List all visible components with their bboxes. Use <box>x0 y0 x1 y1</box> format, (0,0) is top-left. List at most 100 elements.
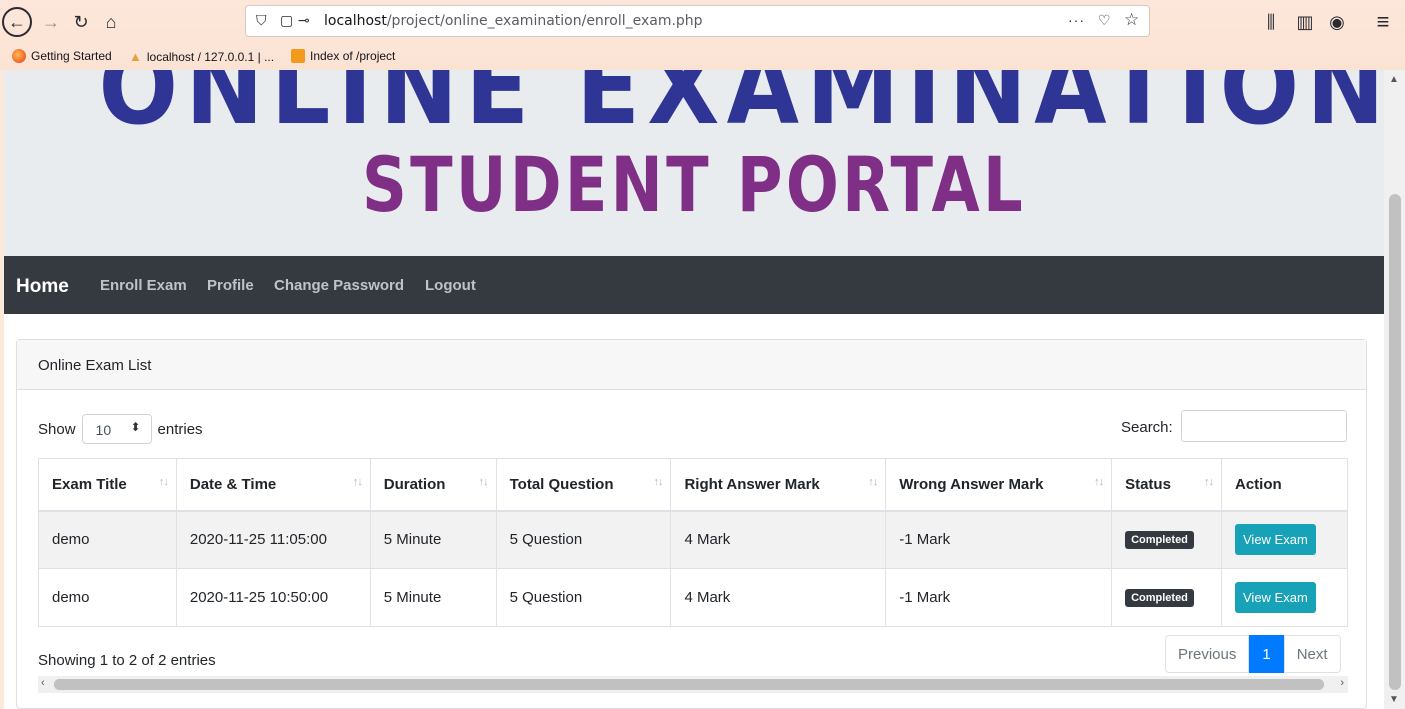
cell-status: Completed <box>1111 510 1222 569</box>
back-icon[interactable]: ← <box>2 7 32 37</box>
scroll-up-icon[interactable]: ▲ <box>1389 74 1399 85</box>
header-label: Status <box>1125 475 1171 493</box>
cell-exam-title: demo <box>38 568 177 627</box>
next-page-button[interactable]: Next <box>1283 635 1341 673</box>
table-header-row: Exam Title ↑↓ Date & Time ↑↓ Duration ↑↓ To… <box>38 458 1348 512</box>
cell-total-question: 5 Question <box>495 568 672 627</box>
search-input[interactable] <box>1181 410 1347 442</box>
browser-chrome: ← → ↻ ⌂ ⛉ ▢ ⊸ localhost/project/online_e… <box>0 0 1405 70</box>
bookmark-getting-started[interactable]: Getting Started <box>12 49 112 63</box>
banner-title: ONLINE EXAMINATION SYSTEM <box>98 70 1385 148</box>
status-badge: Completed <box>1125 531 1194 550</box>
navbar: Home Enroll Exam Profile Change Password… <box>4 256 1384 314</box>
header-label: Action <box>1235 475 1282 493</box>
nav-profile[interactable]: Profile <box>207 277 254 294</box>
header-label: Duration <box>383 475 446 493</box>
sort-icon: ↑↓ <box>653 476 663 488</box>
nav-home[interactable]: Home <box>16 276 69 298</box>
header-label: Right Answer Mark <box>684 475 820 493</box>
bookmark-localhost[interactable]: ▲ localhost / 127.0.0.1 | ... <box>129 49 274 64</box>
header-label: Date & Time <box>189 475 277 493</box>
cell-action: View Exam <box>1221 510 1348 569</box>
table-row: demo 2020-11-25 11:05:00 5 Minute 5 Ques… <box>38 510 1348 569</box>
sort-icon: ↑↓ <box>478 476 489 488</box>
sort-icon: ↑↓ <box>1094 476 1104 488</box>
more-actions-icon[interactable]: ··· <box>1068 12 1085 28</box>
page-vertical-scrollbar[interactable]: ▲ ▼ <box>1384 70 1405 709</box>
nav-enroll-exam[interactable]: Enroll Exam <box>100 277 187 294</box>
address-bar[interactable]: ⛉ ▢ ⊸ localhost/project/online_examinati… <box>245 5 1150 37</box>
scroll-down-icon[interactable]: ▼ <box>1389 694 1399 705</box>
header-label: Wrong Answer Mark <box>899 475 1044 493</box>
entries-label: entries <box>157 420 203 438</box>
home-icon[interactable]: ⌂ <box>96 7 126 37</box>
xampp-icon <box>291 49 305 63</box>
page-icon: ▢ <box>280 12 294 28</box>
forward-icon[interactable]: → <box>36 7 66 37</box>
col-status[interactable]: Status ↑↓ <box>1111 458 1222 512</box>
pocket-icon[interactable]: ♡ <box>1098 12 1111 29</box>
firefox-icon <box>12 49 26 63</box>
page-1-button[interactable]: 1 <box>1249 635 1284 673</box>
reload-icon[interactable]: ↻ <box>66 7 96 37</box>
sidebar-icon[interactable]: ▥ <box>1290 7 1320 37</box>
library-icon[interactable]: ⫼ <box>1256 7 1286 37</box>
cell-status: Completed <box>1111 568 1222 627</box>
header-banner: ONLINE EXAMINATION SYSTEM STUDENT PORTAL <box>4 70 1384 256</box>
col-total-question[interactable]: Total Question ↑↓ <box>495 458 672 512</box>
page-viewport: ONLINE EXAMINATION SYSTEM STUDENT PORTAL… <box>4 70 1384 709</box>
col-wrong-answer-mark[interactable]: Wrong Answer Mark ↑↓ <box>885 458 1113 512</box>
scroll-right-icon[interactable]: › <box>1340 677 1344 689</box>
col-right-answer-mark[interactable]: Right Answer Mark ↑↓ <box>670 458 887 512</box>
view-exam-button[interactable]: View Exam <box>1235 524 1316 556</box>
view-exam-button[interactable]: View Exam <box>1235 582 1316 613</box>
cell-duration: 5 Minute <box>369 568 497 627</box>
show-label: Show <box>38 420 76 438</box>
entries-select[interactable]: 10 ⬍ <box>81 414 152 444</box>
status-badge: Completed <box>1125 589 1194 607</box>
nav-change-password[interactable]: Change Password <box>274 277 404 294</box>
bookmark-star-icon[interactable]: ☆ <box>1124 10 1139 30</box>
showing-entries-info: Showing 1 to 2 of 2 entries <box>38 652 216 669</box>
shield-icon[interactable]: ⛉ <box>256 12 267 29</box>
sort-icon: ↑↓ <box>352 476 363 488</box>
bookmark-index-project[interactable]: Index of /project <box>291 49 395 63</box>
col-duration[interactable]: Duration ↑↓ <box>369 458 497 512</box>
scroll-left-icon[interactable]: ‹ <box>41 677 45 689</box>
select-arrows-icon: ⬍ <box>130 420 141 434</box>
cell-total-question: 5 Question <box>495 510 672 569</box>
cell-right-mark: 4 Mark <box>670 568 887 627</box>
phpmyadmin-icon: ▲ <box>129 49 142 64</box>
sort-icon: ↑↓ <box>158 476 169 488</box>
cell-duration: 5 Minute <box>369 510 497 569</box>
card-title: Online Exam List <box>38 357 152 374</box>
entries-value: 10 <box>95 422 112 438</box>
bookmark-label: localhost / 127.0.0.1 | ... <box>146 49 275 64</box>
bookmark-label: Getting Started <box>31 49 112 63</box>
col-action: Action <box>1221 458 1348 512</box>
key-icon[interactable]: ⊸ <box>298 12 310 29</box>
cell-exam-title: demo <box>38 510 177 569</box>
url-path: /project/online_examination/enroll_exam.… <box>386 13 703 29</box>
banner-subtitle: STUDENT PORTAL <box>361 140 1027 229</box>
pagination: Previous 1 Next <box>1165 635 1341 673</box>
nav-logout[interactable]: Logout <box>425 277 476 294</box>
sort-icon: ↑↓ <box>1204 476 1214 488</box>
exam-table: Exam Title ↑↓ Date & Time ↑↓ Duration ↑↓ To… <box>38 458 1348 627</box>
cell-wrong-mark: -1 Mark <box>885 568 1113 627</box>
header-label: Total Question <box>509 475 614 493</box>
menu-icon[interactable]: ≡ <box>1368 7 1398 37</box>
col-exam-title[interactable]: Exam Title ↑↓ <box>38 458 177 512</box>
url-text[interactable]: localhost/project/online_examination/enr… <box>324 13 703 29</box>
cell-date-time: 2020-11-25 11:05:00 <box>175 510 371 569</box>
header-label: Exam Title <box>52 475 127 493</box>
account-icon[interactable]: ◉ <box>1322 7 1352 37</box>
cell-wrong-mark: -1 Mark <box>885 510 1113 569</box>
table-horizontal-scrollbar[interactable]: ‹ › <box>38 676 1348 693</box>
scroll-thumb[interactable] <box>54 679 1324 690</box>
sort-icon: ↑↓ <box>868 476 878 488</box>
previous-page-button[interactable]: Previous <box>1165 635 1250 673</box>
scroll-thumb[interactable] <box>1389 194 1401 690</box>
col-date-time[interactable]: Date & Time ↑↓ <box>175 458 371 512</box>
cell-date-time: 2020-11-25 10:50:00 <box>175 568 371 627</box>
